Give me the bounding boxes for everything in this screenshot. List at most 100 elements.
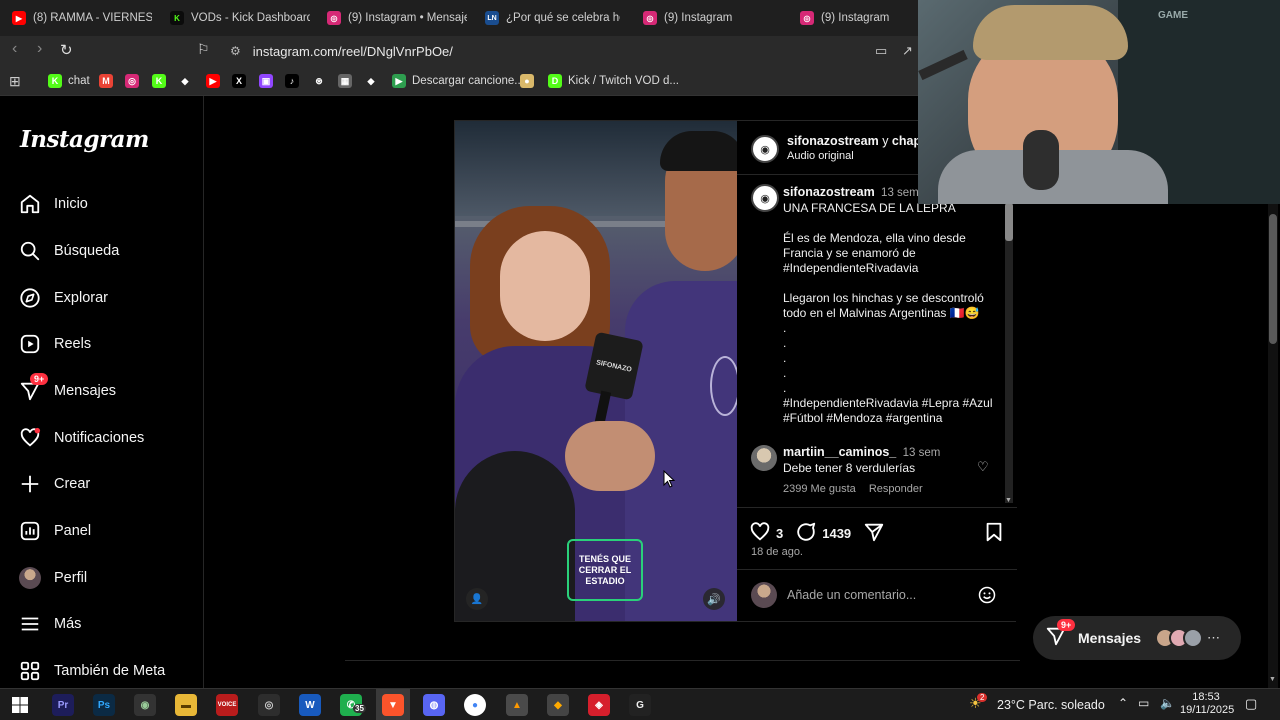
word-icon[interactable]: W (299, 694, 321, 716)
comment-count[interactable]: 1439 (822, 526, 851, 541)
premiere-icon[interactable]: Pr (52, 694, 74, 716)
hashtag-links[interactable]: #IndependienteRivadavia #Lepra #Azul (783, 396, 1008, 411)
nav-notificaciones[interactable]: Notificaciones (18, 423, 144, 453)
post-author-username[interactable]: sifonazostream (787, 134, 879, 148)
bookmark-app[interactable]: ▦ (338, 72, 358, 90)
app-icon[interactable]: ▲ (506, 694, 528, 716)
bookmark-kick-twitch-vod[interactable]: D Kick / Twitch VOD d... (548, 72, 679, 90)
bookmark-descargar-canciones[interactable]: ▶ Descargar cancione... (392, 72, 524, 90)
nav-mas[interactable]: Más (18, 609, 81, 639)
url-text[interactable]: instagram.com/reel/DNglVnrPbOe/ (253, 44, 453, 59)
volume-tray-icon[interactable]: 🔈 (1160, 696, 1175, 710)
bookmark-chatgpt[interactable]: ⊛ (312, 72, 332, 90)
nav-label: Panel (54, 523, 92, 539)
like-heart-icon[interactable] (749, 521, 771, 546)
app-icon[interactable]: ◉ (134, 694, 156, 716)
audio-link[interactable]: Audio original (787, 150, 854, 162)
commenter-avatar[interactable] (751, 445, 777, 471)
page-scrollbar-thumb[interactable] (1269, 214, 1277, 344)
browser-tab[interactable]: LN ¿Por qué se celebra hoy el (485, 6, 620, 30)
nav-explorar[interactable]: Explorar (18, 283, 108, 313)
apps-grid-icon[interactable]: ⊞ (9, 72, 21, 90)
hashtag-links[interactable]: #Fútbol #Mendoza #argentina (783, 411, 1008, 426)
nav-mensajes[interactable]: 9+ Mensajes (18, 373, 116, 406)
app-icon[interactable]: G (629, 694, 651, 716)
forward-icon[interactable]: › (37, 40, 42, 58)
browser-tab[interactable]: ▶ (8) RAMMA - VIERNES | TR (12, 6, 152, 30)
app-icon[interactable]: ◆ (547, 694, 569, 716)
save-bookmark-icon[interactable] (983, 521, 1005, 548)
notifications-icon[interactable]: ▢ (1245, 696, 1257, 712)
browser-tab[interactable]: K VODs - Kick Dashboard (170, 6, 310, 30)
cast-icon[interactable]: ▭ (875, 43, 887, 59)
reload-icon[interactable]: ↻ (60, 41, 73, 59)
bookmark-tiktok[interactable]: ♪ (285, 72, 305, 90)
bookmark-ext[interactable]: ◆ (178, 72, 198, 90)
bookmark-page-icon[interactable]: ⚐ (197, 41, 210, 58)
brave-icon[interactable]: ▼ (382, 694, 404, 716)
scroll-down-arrow-icon[interactable]: ▼ (1005, 497, 1012, 504)
bookmark-instagram[interactable]: ◎ (125, 72, 145, 90)
like-count[interactable]: 3 (776, 526, 783, 541)
caption-username[interactable]: sifonazostream (783, 185, 875, 199)
page-scroll-down-icon[interactable]: ▼ (1269, 676, 1276, 683)
caption-scrollbar[interactable] (1005, 203, 1013, 503)
post-author-avatar[interactable]: ◉ (751, 135, 779, 163)
comment-input[interactable]: Añade un comentario... (787, 588, 916, 602)
app-icon[interactable]: ◈ (588, 694, 610, 716)
volume-icon[interactable]: 🔊 (703, 588, 725, 610)
scrollbar-thumb[interactable] (1005, 203, 1013, 241)
bookmark-x[interactable]: X (232, 72, 252, 90)
clock[interactable]: 18:53 19/11/2025 (1180, 691, 1234, 717)
photoshop-icon[interactable]: Ps (93, 694, 115, 716)
windows-start-icon[interactable] (9, 694, 31, 716)
nav-reels[interactable]: Reels (18, 329, 91, 359)
caption-avatar[interactable]: ◉ (751, 184, 779, 212)
share-icon[interactable] (863, 521, 885, 546)
tagged-users-icon[interactable]: 👤 (466, 588, 488, 610)
comment-likes[interactable]: 2399 Me gusta (783, 483, 856, 495)
bookmark-youtube[interactable]: ▶ (206, 72, 226, 90)
bookmark-ext[interactable]: ◆ (364, 72, 384, 90)
reply-button[interactable]: Responder (869, 483, 923, 495)
reel-video[interactable]: SIFONAZO TENÉS QUE CERRAR EL ESTADIO 👤 🔊 (455, 121, 737, 621)
hashtag-link[interactable]: #IndependienteRivadavia (783, 261, 1008, 276)
more-dots-icon[interactable]: ⋯ (1207, 630, 1220, 646)
page-scrollbar[interactable] (1268, 204, 1278, 688)
whatsapp-icon[interactable]: ✆ 35 (340, 694, 366, 716)
comment-like-heart-icon[interactable]: ♡ (977, 459, 989, 475)
emoji-icon[interactable] (977, 585, 997, 610)
bookmark-kick-chat[interactable]: Kchat (48, 72, 90, 90)
weather-text[interactable]: 23°C Parc. soleado (997, 698, 1105, 712)
nav-busqueda[interactable]: Búsqueda (18, 236, 119, 266)
tray-chevron-icon[interactable]: ⌃ (1118, 696, 1128, 710)
nav-inicio[interactable]: Inicio (18, 189, 88, 219)
nav-panel[interactable]: Panel (18, 516, 91, 546)
webcam-overlay: GAME (918, 0, 1280, 204)
discord-icon[interactable]: ◍ (423, 694, 445, 716)
address-bar[interactable]: ⚙ instagram.com/reel/DNglVnrPbOe/ ▭ ↗ (222, 39, 913, 63)
comment-icon[interactable] (795, 521, 817, 546)
voicemeeter-icon[interactable]: VOICE (216, 694, 238, 716)
nav-tambien-de-meta[interactable]: También de Meta (18, 656, 165, 686)
browser-tab[interactable]: ◎ (9) Instagram • Mensajes (327, 6, 467, 30)
messages-pill[interactable]: 9+ Mensajes ⋯ (1033, 616, 1241, 660)
share-icon[interactable]: ↗ (902, 43, 913, 59)
file-explorer-icon[interactable]: ▬ (175, 694, 197, 716)
comment-username[interactable]: martiin__caminos_ (783, 445, 896, 459)
weather-icon[interactable]: ☀ 2 (969, 693, 988, 712)
bookmark-kick[interactable]: K (152, 72, 172, 90)
nav-perfil[interactable]: Perfil (18, 563, 87, 593)
back-icon[interactable]: ‹ (12, 40, 17, 58)
browser-tab[interactable]: ◎ (9) Instagram (643, 6, 773, 30)
browser-tab[interactable]: ◎ (9) Instagram (800, 6, 910, 30)
obs-icon[interactable]: ◎ (258, 694, 280, 716)
network-icon[interactable]: ▭ (1138, 696, 1149, 710)
bookmark-twitch[interactable]: ▣ (259, 72, 279, 90)
bookmark-gmail[interactable]: M (99, 72, 119, 90)
bookmark-app[interactable]: ● (520, 72, 540, 90)
chrome-icon[interactable]: ● (464, 694, 486, 716)
site-info-icon[interactable]: ⚙ (230, 44, 241, 58)
nav-crear[interactable]: Crear (18, 469, 90, 499)
instagram-logo[interactable]: Instagram (20, 126, 149, 153)
